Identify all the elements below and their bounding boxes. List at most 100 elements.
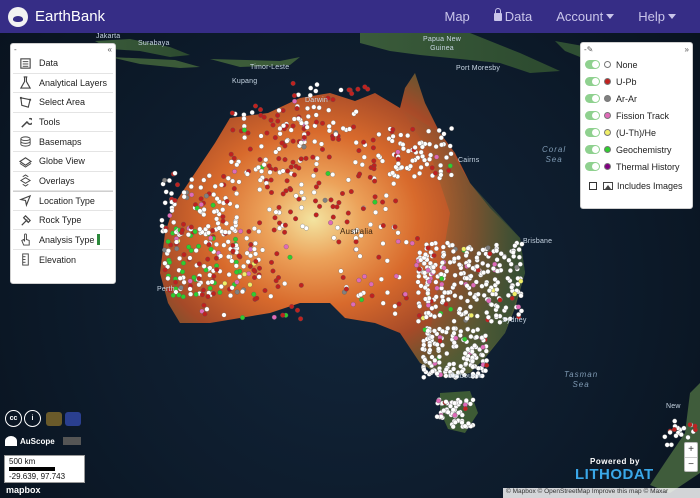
sample-marker[interactable] — [175, 182, 180, 188]
sample-marker[interactable] — [458, 295, 464, 300]
menu-item-location-type[interactable]: Location Type — [13, 191, 113, 211]
sample-marker[interactable] — [305, 105, 310, 111]
sample-marker[interactable] — [347, 126, 352, 132]
sample-marker[interactable] — [410, 126, 416, 132]
sample-marker[interactable] — [371, 158, 377, 164]
sample-marker[interactable] — [393, 198, 399, 204]
nav-data[interactable]: Data — [493, 8, 532, 24]
sample-marker[interactable] — [282, 157, 288, 163]
sample-marker[interactable] — [228, 293, 233, 299]
sample-marker[interactable] — [464, 283, 470, 289]
sample-marker[interactable] — [452, 293, 458, 299]
sample-marker[interactable] — [509, 295, 515, 301]
sample-marker[interactable] — [418, 283, 424, 289]
sample-marker[interactable] — [423, 296, 428, 302]
sample-marker[interactable] — [427, 347, 433, 353]
sample-marker[interactable] — [362, 84, 368, 90]
sample-marker[interactable] — [343, 286, 349, 292]
sample-marker[interactable] — [501, 254, 507, 260]
sample-marker[interactable] — [417, 170, 423, 176]
sample-marker[interactable] — [301, 196, 307, 201]
sample-marker[interactable] — [264, 130, 270, 136]
sample-marker[interactable] — [299, 120, 304, 126]
sample-marker[interactable] — [459, 412, 465, 418]
sample-marker[interactable] — [198, 196, 204, 202]
sample-marker[interactable] — [503, 305, 509, 311]
sample-marker[interactable] — [512, 291, 518, 297]
sample-marker[interactable] — [300, 223, 306, 229]
sample-marker[interactable] — [415, 279, 421, 285]
sample-marker[interactable] — [206, 173, 212, 179]
sample-marker[interactable] — [502, 316, 508, 322]
sample-marker[interactable] — [214, 216, 220, 222]
sample-marker[interactable] — [420, 346, 426, 352]
sample-marker[interactable] — [434, 342, 440, 348]
sample-marker[interactable] — [452, 412, 458, 418]
sample-marker[interactable] — [409, 240, 415, 246]
sample-marker[interactable] — [380, 158, 385, 164]
sample-marker[interactable] — [304, 124, 310, 130]
sample-marker[interactable] — [283, 244, 289, 250]
sample-marker[interactable] — [456, 310, 462, 316]
sample-marker[interactable] — [450, 248, 456, 254]
sample-marker[interactable] — [340, 125, 346, 131]
sample-marker[interactable] — [187, 278, 193, 284]
sample-marker[interactable] — [444, 351, 450, 356]
sample-marker[interactable] — [490, 266, 496, 272]
sample-marker[interactable] — [441, 408, 447, 414]
sample-marker[interactable] — [275, 284, 281, 290]
sample-marker[interactable] — [254, 295, 260, 301]
sample-marker[interactable] — [378, 276, 384, 282]
sample-marker[interactable] — [313, 167, 319, 173]
sample-marker[interactable] — [450, 424, 456, 430]
sample-marker[interactable] — [452, 400, 458, 406]
sample-marker[interactable] — [326, 123, 332, 129]
sample-marker[interactable] — [178, 285, 184, 291]
sample-marker[interactable] — [213, 255, 219, 261]
sample-marker[interactable] — [424, 161, 430, 167]
brand[interactable]: EarthBank — [8, 6, 105, 27]
sample-marker[interactable] — [201, 207, 207, 213]
sample-marker[interactable] — [463, 253, 469, 258]
sample-marker[interactable] — [221, 173, 227, 179]
sample-marker[interactable] — [427, 360, 433, 366]
sample-marker[interactable] — [517, 261, 523, 267]
sample-marker[interactable] — [395, 156, 401, 162]
sample-marker[interactable] — [367, 174, 373, 180]
sample-marker[interactable] — [353, 239, 359, 245]
sample-marker[interactable] — [320, 146, 325, 152]
sample-marker[interactable] — [290, 123, 296, 129]
sample-marker[interactable] — [427, 342, 433, 348]
sample-marker[interactable] — [490, 291, 496, 297]
sample-marker[interactable] — [166, 178, 172, 183]
sample-marker[interactable] — [391, 181, 397, 187]
sample-marker[interactable] — [331, 235, 337, 241]
sample-marker[interactable] — [398, 132, 404, 138]
sample-marker[interactable] — [479, 283, 485, 289]
sample-marker[interactable] — [458, 363, 464, 369]
sample-marker[interactable] — [465, 326, 471, 332]
sample-marker[interactable] — [173, 279, 179, 285]
sample-marker[interactable] — [400, 142, 406, 148]
sample-marker[interactable] — [267, 169, 273, 175]
sample-marker[interactable] — [211, 192, 217, 198]
sample-marker[interactable] — [486, 298, 492, 304]
sample-marker[interactable] — [256, 164, 261, 170]
sample-marker[interactable] — [439, 260, 445, 266]
sample-marker[interactable] — [196, 282, 202, 288]
sample-marker[interactable] — [400, 146, 406, 152]
sample-marker[interactable] — [167, 213, 173, 219]
sample-marker[interactable] — [266, 163, 272, 169]
sample-marker[interactable] — [479, 373, 485, 379]
sample-marker[interactable] — [282, 229, 288, 235]
sample-marker[interactable] — [276, 156, 282, 162]
sample-marker[interactable] — [411, 173, 417, 179]
sample-marker[interactable] — [372, 178, 378, 184]
sample-marker[interactable] — [222, 280, 228, 286]
sample-marker[interactable] — [224, 198, 230, 204]
sample-marker[interactable] — [241, 263, 247, 269]
sample-marker[interactable] — [311, 189, 317, 195]
sample-marker[interactable] — [475, 327, 481, 333]
sample-marker[interactable] — [448, 306, 454, 312]
map-attribution[interactable]: © Mapbox © OpenStreetMap Improve this ma… — [503, 488, 700, 498]
